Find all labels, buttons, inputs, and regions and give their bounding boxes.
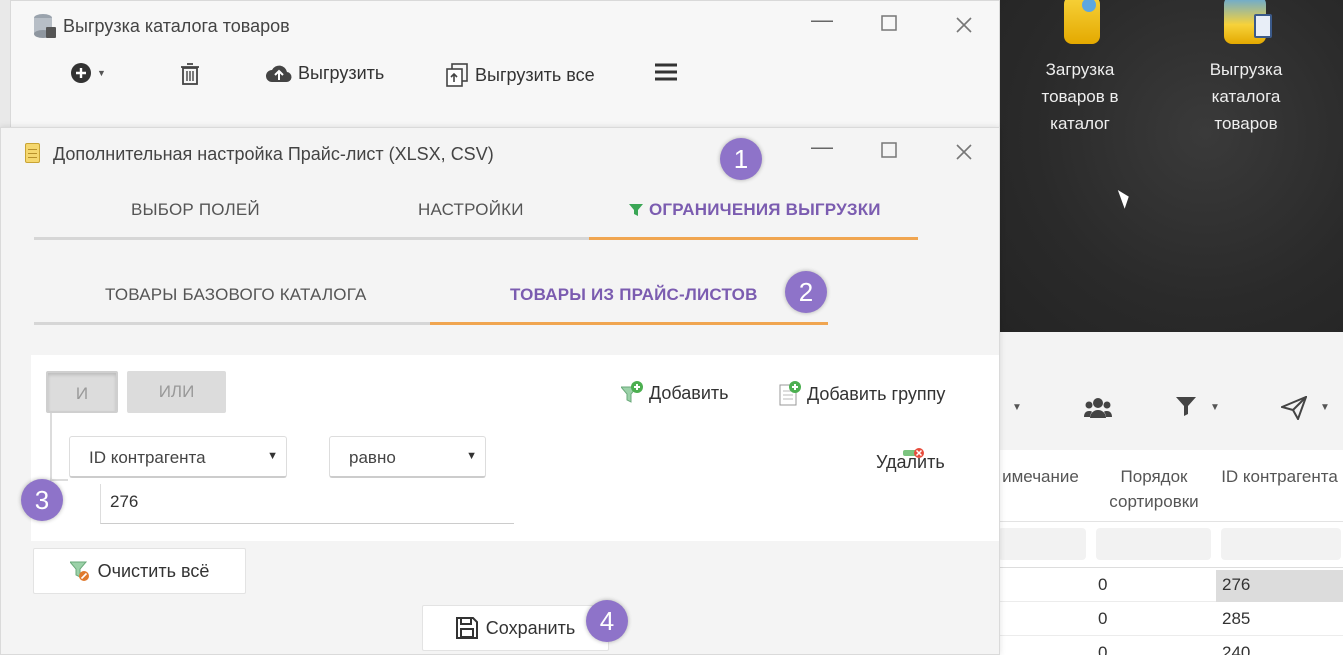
tree-connector (50, 413, 52, 481)
background-table: ▼ ▼ ▼ имечание Порядок сортировки ID кон… (998, 332, 1343, 655)
dropdown-caret-icon: ▼ (97, 68, 106, 78)
dialog-title: Дополнительная настройка Прайс-лист (XLS… (53, 144, 494, 164)
minimize-icon[interactable]: — (811, 7, 833, 33)
operator-select[interactable]: равно ▼ (329, 436, 486, 478)
delete-button[interactable] (181, 63, 199, 85)
step-badge-4: 4 (586, 600, 628, 642)
floppy-disk-icon (455, 617, 478, 639)
operator-select-value: равно (349, 448, 396, 467)
subtab-price-list-products[interactable]: Товары из прайс-листов (510, 285, 758, 305)
add-rule-button[interactable]: Добавить (621, 381, 729, 405)
add-menu-button[interactable]: ▼ (71, 63, 106, 83)
add-filter-icon (621, 381, 643, 403)
desktop-icon-label: Загрузка товаров в каталог (1041, 60, 1119, 133)
table-cell: 240 (1222, 643, 1251, 655)
send-icon[interactable] (1278, 395, 1308, 426)
add-label: Добавить (649, 382, 729, 403)
table-cell: 276 (1222, 575, 1251, 594)
subtab-base-catalog[interactable]: Товары базового каталога (105, 285, 367, 305)
table-header: имечание Порядок сортировки ID контраген… (998, 450, 1343, 522)
table-row[interactable]: 0 276 (998, 568, 1343, 602)
maximize-icon[interactable] (881, 11, 897, 37)
upload-button[interactable]: Выгрузить (266, 63, 384, 84)
column-header[interactable]: Порядок сортировки (1098, 464, 1210, 514)
database-export-icon (33, 13, 57, 44)
step-badge-3: 3 (21, 479, 63, 521)
filter-builder-panel: И ИЛИ Добавить Добавить группу ID контра… (31, 355, 999, 541)
sub-tabs: Товары базового каталога Товары из прайс… (34, 275, 828, 325)
chevron-down-icon: ▼ (466, 450, 477, 462)
field-select-value: ID контрагента (89, 448, 206, 467)
save-label: Сохранить (485, 617, 576, 638)
step-badge-1: 1 (720, 138, 762, 180)
copy-upload-icon (446, 63, 468, 87)
dropdown-caret-icon[interactable]: ▼ (1210, 402, 1220, 413)
close-icon[interactable] (956, 13, 972, 39)
notepad-icon (25, 143, 40, 163)
filter-icon (629, 204, 643, 216)
tab-field-selection[interactable]: Выбор полей (131, 200, 260, 220)
or-button[interactable]: ИЛИ (127, 371, 226, 413)
clear-all-button[interactable]: Очистить всё (33, 548, 246, 594)
desktop-icon-import[interactable]: Загрузка товаров в каталог (1030, 0, 1130, 137)
desktop-icon-label: Выгрузка каталога товаров (1209, 60, 1283, 133)
table-cell: 0 (1098, 609, 1108, 628)
table-row[interactable]: 0 240 (998, 636, 1343, 655)
background-toolbar: ▼ ▼ ▼ (998, 332, 1343, 450)
clear-all-label: Очистить всё (97, 560, 210, 581)
add-group-label: Добавить группу (807, 383, 946, 404)
active-tab-indicator (589, 237, 918, 240)
delete-rule-icon (903, 448, 924, 458)
table-cell: 0 (1098, 643, 1108, 655)
and-button[interactable]: И (46, 371, 118, 413)
column-filter-input[interactable] (1096, 528, 1211, 560)
maximize-icon[interactable] (881, 138, 897, 164)
table-cell: 285 (1222, 609, 1251, 628)
hamburger-menu-icon (655, 63, 677, 81)
catalog-export-window: Выгрузка каталога товаров — ▼ Выгрузить … (10, 0, 1000, 130)
desktop-background: Загрузка товаров в каталог Выгрузка ката… (998, 0, 1343, 332)
import-catalog-icon (1052, 0, 1108, 54)
filter-icon[interactable] (1176, 396, 1196, 422)
active-subtab-indicator (430, 322, 828, 325)
desktop-icon-export[interactable]: Выгрузка каталога товаров (1196, 0, 1296, 137)
clear-filter-icon (69, 561, 89, 581)
delete-rule-button[interactable]: Удалить (876, 448, 945, 473)
tree-connector (50, 479, 68, 481)
tab-settings[interactable]: Настройки (418, 200, 524, 220)
column-header[interactable]: имечание (998, 464, 1083, 489)
add-group-button[interactable]: Добавить группу (779, 381, 945, 407)
field-select[interactable]: ID контрагента ▼ (69, 436, 287, 478)
tab-export-limits[interactable]: Ограничения выгрузки (629, 200, 881, 220)
trash-icon (181, 63, 199, 85)
table-cell: 0 (1098, 575, 1108, 594)
dropdown-caret-icon[interactable]: ▼ (1320, 402, 1330, 413)
column-filter-input[interactable] (1221, 528, 1341, 560)
menu-button[interactable] (655, 63, 677, 81)
close-icon[interactable] (956, 140, 972, 166)
dropdown-caret-icon[interactable]: ▼ (1012, 402, 1022, 413)
upload-all-button[interactable]: Выгрузить все (445, 63, 595, 87)
cloud-upload-icon (266, 65, 292, 82)
upload-label: Выгрузить (298, 63, 385, 83)
export-catalog-icon (1218, 0, 1274, 54)
window-title: Выгрузка каталога товаров (63, 16, 290, 36)
users-icon[interactable] (1084, 396, 1112, 426)
plus-circle-icon (71, 63, 91, 83)
column-filter-input[interactable] (998, 528, 1086, 560)
upload-all-label: Выгрузить все (475, 64, 595, 85)
minimize-icon[interactable]: — (811, 134, 833, 160)
table-row[interactable]: 0 285 (998, 602, 1343, 636)
add-group-icon (779, 381, 801, 406)
step-badge-2: 2 (785, 271, 827, 313)
column-header[interactable]: ID контрагента (1216, 464, 1343, 489)
main-tabs: Выбор полей Настройки Ограничения выгруз… (34, 190, 918, 240)
table-filter-row (998, 522, 1343, 568)
value-input[interactable]: 276 (100, 484, 514, 524)
tab-label: Ограничения выгрузки (649, 200, 881, 219)
chevron-down-icon: ▼ (267, 450, 278, 462)
save-button[interactable]: Сохранить (422, 605, 609, 651)
